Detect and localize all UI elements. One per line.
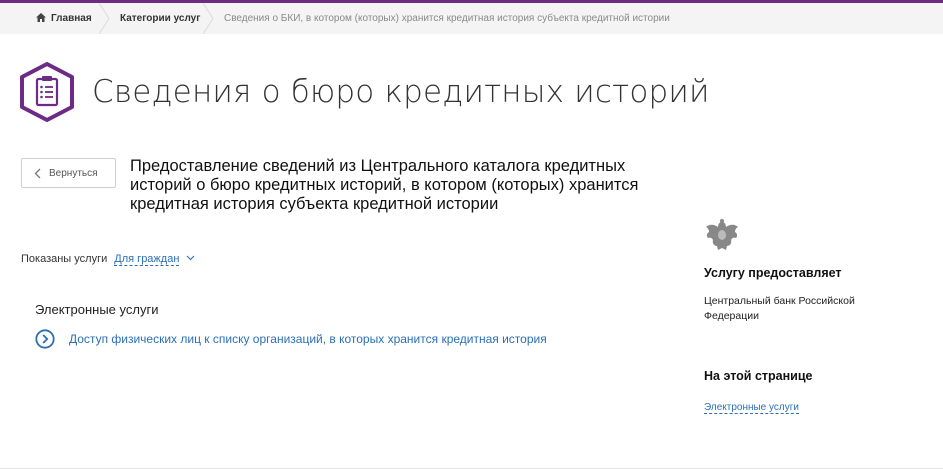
breadcrumb-current: Сведения о БКИ, в котором (которых) хран…: [224, 3, 670, 34]
on-this-page-link-electronic[interactable]: Электронные услуги: [704, 402, 799, 414]
chevron-left-icon: [34, 168, 41, 178]
breadcrumb-current-label: Сведения о БКИ, в котором (которых) хран…: [224, 13, 670, 24]
divider: [0, 468, 943, 469]
provider-name: Центральный банк Российской Федерации: [704, 295, 855, 322]
on-this-page-heading: На этой странице: [704, 369, 813, 383]
electronic-service-item[interactable]: Доступ физических лиц к списку организац…: [35, 329, 547, 349]
electronic-services-heading: Электронные услуги: [35, 302, 159, 317]
breadcrumb-home[interactable]: Главная: [36, 3, 92, 34]
back-button-label: Вернуться: [49, 167, 98, 179]
double-headed-eagle-emblem-icon: [706, 219, 738, 250]
filter-label: Показаны услуги: [21, 253, 108, 265]
breadcrumb: Главная Категории услуг Сведения о БКИ, …: [0, 3, 943, 34]
breadcrumb-separator: [98, 3, 110, 34]
back-button[interactable]: Вернуться: [21, 158, 116, 188]
arrow-circle-right-icon: [35, 329, 55, 349]
electronic-service-link[interactable]: Доступ физических лиц к списку организац…: [69, 332, 547, 346]
breadcrumb-categories-label: Категории услуг: [120, 13, 201, 24]
breadcrumb-categories[interactable]: Категории услуг: [120, 3, 200, 34]
audience-filter: Показаны услуги Для граждан: [21, 253, 195, 266]
breadcrumb-home-label: Главная: [51, 13, 92, 24]
provider-heading: Услугу предоставляет: [704, 266, 842, 280]
service-title: Предоставление сведений из Центрального …: [130, 157, 639, 213]
clipboard-list-icon: [20, 62, 74, 122]
page-title: Сведения о бюро кредитных историй: [92, 74, 710, 110]
chevron-down-icon[interactable]: [186, 255, 195, 261]
breadcrumb-separator: [202, 3, 214, 34]
home-icon: [36, 12, 46, 22]
audience-selector[interactable]: Для граждан: [114, 253, 180, 266]
